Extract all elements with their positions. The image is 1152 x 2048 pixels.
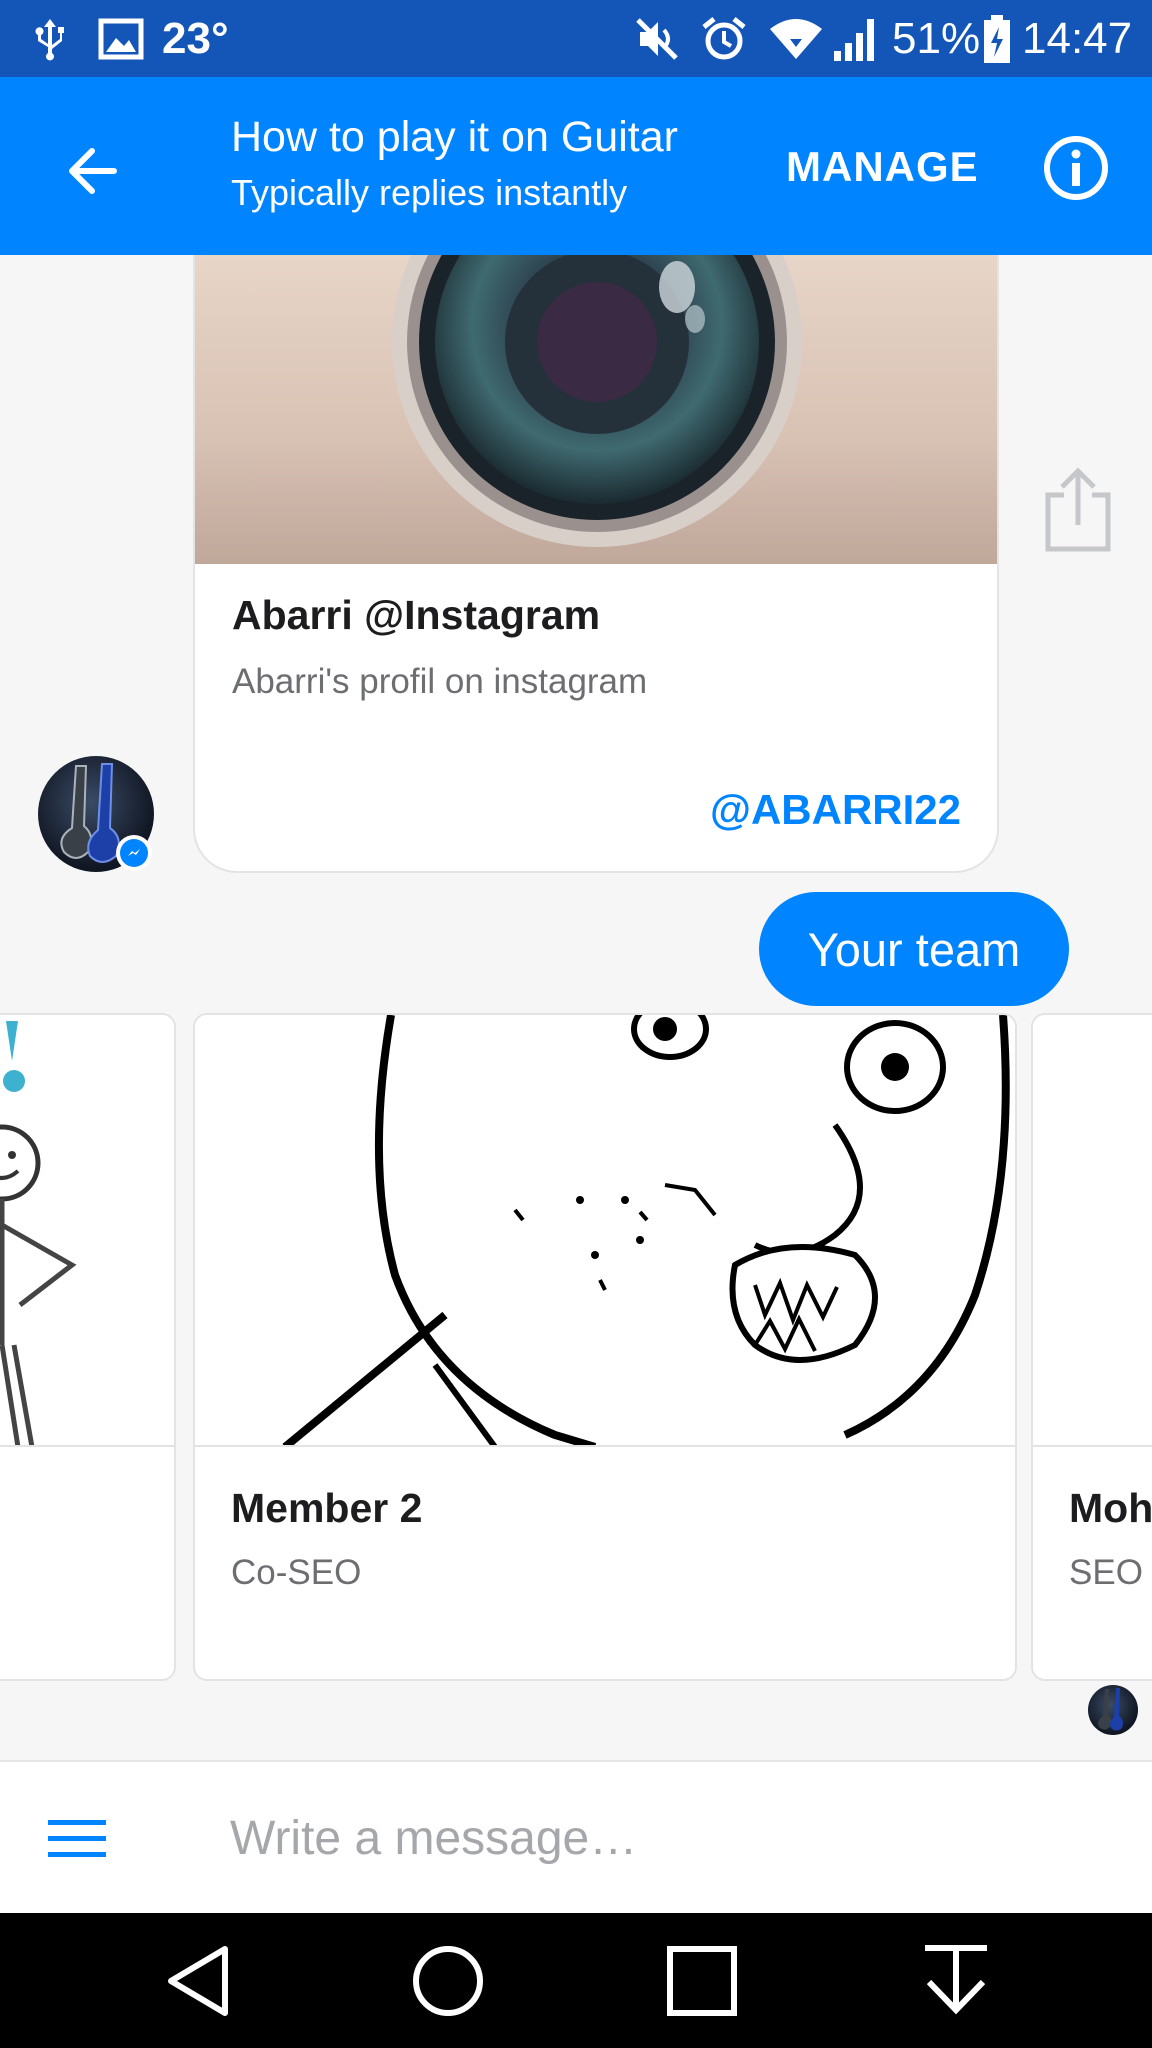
navigation-bar (0, 1913, 1152, 2048)
messenger-badge (116, 835, 152, 871)
share-icon[interactable] (1038, 465, 1118, 555)
sent-message-bubble[interactable]: Your team (759, 892, 1069, 1006)
team-card-next[interactable]: Moh SEO (1031, 1013, 1152, 1681)
nav-hide-keyboard-button[interactable] (906, 1935, 1006, 2027)
info-button[interactable] (1036, 128, 1116, 208)
camera-lens-image (195, 255, 997, 564)
nav-recents-button[interactable] (652, 1935, 752, 2027)
instagram-link-button[interactable]: @ABARRI22 (710, 786, 961, 834)
team-card-member-2[interactable]: Member 2 Co-SEO (193, 1013, 1017, 1681)
message-list[interactable]: Abarri @Instagram Abarri's profil on ins… (0, 255, 1152, 1760)
usb-icon (30, 0, 70, 77)
info-icon (1044, 136, 1108, 200)
circle-home-icon (413, 1946, 483, 2016)
arrow-down-icon (925, 1945, 987, 2015)
member-title: Member 2 (231, 1485, 423, 1531)
manage-button[interactable]: MANAGE (770, 137, 995, 197)
message-input[interactable] (218, 1790, 1118, 1886)
page-subtitle: Typically replies instantly (231, 172, 628, 213)
messenger-icon (128, 849, 140, 856)
wifi-icon (768, 0, 824, 77)
message-composer (0, 1760, 1152, 1913)
hamburger-menu-icon (48, 1820, 106, 1857)
card-title: Abarri @Instagram (232, 592, 601, 638)
member-image (1033, 1015, 1152, 1447)
instagram-card[interactable]: Abarri @Instagram Abarri's profil on ins… (193, 255, 999, 873)
meme-face-image (195, 1015, 1015, 1447)
app-bar: How to play it on Guitar Typically repli… (0, 77, 1152, 255)
status-bar: 23° 51% 14:47 (0, 0, 1152, 77)
member-role: Co-SEO (231, 1553, 362, 1592)
page-title: How to play it on Guitar (231, 113, 678, 161)
conversation-title[interactable]: How to play it on Guitar Typically repli… (231, 113, 678, 214)
persistent-menu-button[interactable] (40, 1802, 114, 1876)
clock: 14:47 (1022, 13, 1133, 63)
temperature-text: 23° (162, 13, 229, 63)
back-button[interactable] (44, 123, 140, 219)
read-receipt-avatar (1088, 1685, 1138, 1735)
image-icon (98, 0, 144, 77)
mute-icon (634, 0, 680, 77)
alarm-icon (700, 0, 748, 77)
triangle-back-icon (168, 1946, 228, 2016)
stick-figure-image (0, 1015, 174, 1447)
card-subtitle: Abarri's profil on instagram (232, 662, 648, 701)
member-title: Moh (1069, 1485, 1152, 1531)
signal-icon (832, 0, 880, 77)
battery-icon (982, 0, 1012, 77)
member-role: SEO (1069, 1553, 1143, 1592)
battery-percent: 51% (892, 13, 981, 63)
back-arrow-icon (69, 148, 117, 194)
team-card-previous[interactable] (0, 1013, 176, 1681)
nav-back-button[interactable] (148, 1935, 248, 2027)
nav-home-button[interactable] (398, 1935, 498, 2027)
square-recents-icon (667, 1946, 737, 2016)
